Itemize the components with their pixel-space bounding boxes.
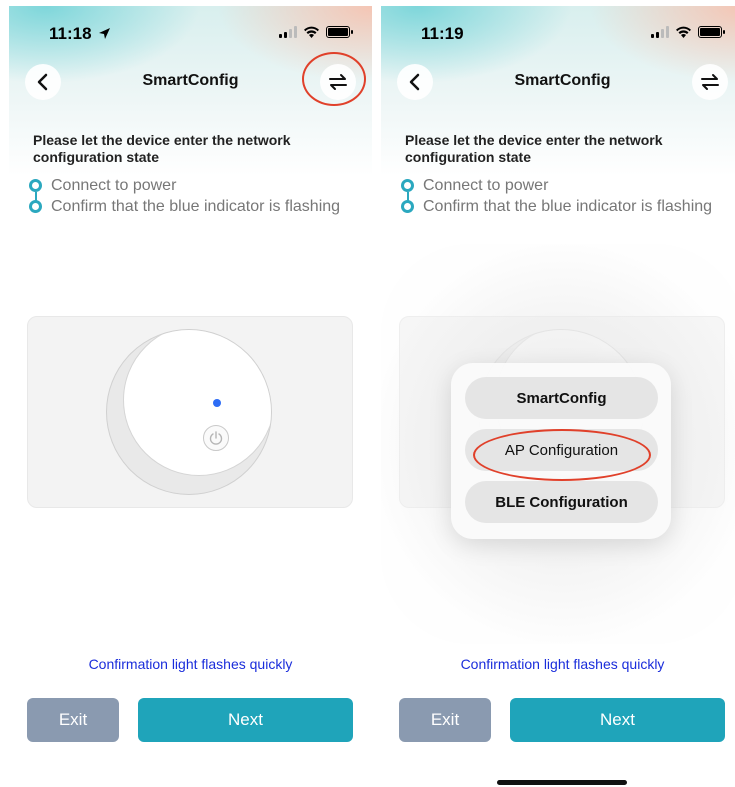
blue-indicator-light bbox=[213, 399, 221, 407]
menu-item-ble-configuration[interactable]: BLE Configuration bbox=[465, 481, 658, 523]
location-arrow-icon bbox=[99, 28, 111, 39]
step-text: Connect to power bbox=[423, 177, 549, 194]
status-time-text: 11:19 bbox=[421, 24, 464, 43]
instruction-text: Please let the device enter the network … bbox=[405, 132, 663, 165]
device-face bbox=[123, 330, 271, 476]
exit-button[interactable]: Exit bbox=[399, 698, 491, 742]
step-text: Confirm that the blue indicator is flash… bbox=[51, 198, 341, 215]
wifi-icon bbox=[304, 26, 319, 38]
signal-icon bbox=[651, 26, 669, 38]
step-item: Connect to power bbox=[399, 176, 719, 204]
next-button[interactable]: Next bbox=[138, 698, 353, 742]
signal-icon bbox=[279, 26, 297, 38]
status-time: 11:19 bbox=[421, 24, 464, 44]
step-dot-icon bbox=[401, 200, 414, 213]
wifi-icon bbox=[676, 26, 691, 38]
step-item: Connect to power bbox=[27, 176, 347, 204]
status-time-text: 11:18 bbox=[49, 24, 92, 43]
home-indicator bbox=[497, 780, 627, 785]
step-text: Confirm that the blue indicator is flash… bbox=[423, 198, 713, 215]
device-illustration-card bbox=[27, 316, 353, 508]
menu-item-smartconfig[interactable]: SmartConfig bbox=[465, 377, 658, 419]
step-item: Confirm that the blue indicator is flash… bbox=[27, 197, 347, 216]
instruction-text: Please let the device enter the network … bbox=[33, 132, 291, 165]
step-dot-icon bbox=[29, 179, 42, 192]
battery-icon bbox=[326, 26, 353, 38]
step-dot-icon bbox=[401, 179, 414, 192]
step-dot-icon bbox=[29, 200, 42, 213]
confirmation-link[interactable]: Confirmation light flashes quickly bbox=[9, 656, 372, 672]
step-item: Confirm that the blue indicator is flash… bbox=[399, 197, 719, 216]
swap-arrows-icon bbox=[701, 74, 719, 90]
device-illustration bbox=[106, 329, 272, 495]
status-icons bbox=[651, 26, 725, 38]
right-screen: 11:19 SmartConfig Please let the device … bbox=[381, 6, 735, 787]
battery-icon bbox=[698, 26, 725, 38]
steps-list: Connect to power Confirm that the blue i… bbox=[399, 176, 719, 216]
step-text: Connect to power bbox=[51, 177, 177, 194]
exit-button[interactable]: Exit bbox=[27, 698, 119, 742]
status-icons bbox=[279, 26, 353, 38]
confirmation-link[interactable]: Confirmation light flashes quickly bbox=[381, 656, 735, 672]
switch-mode-button[interactable] bbox=[692, 64, 728, 100]
left-screen: 11:18 SmartConfig Please let the device … bbox=[9, 6, 372, 787]
power-icon bbox=[203, 425, 229, 451]
next-button[interactable]: Next bbox=[510, 698, 725, 742]
steps-list: Connect to power Confirm that the blue i… bbox=[27, 176, 347, 216]
annotation-circle-switch bbox=[302, 52, 366, 106]
status-time: 11:18 bbox=[49, 24, 111, 44]
annotation-circle-ap bbox=[473, 429, 651, 481]
page-title: SmartConfig bbox=[514, 72, 611, 89]
